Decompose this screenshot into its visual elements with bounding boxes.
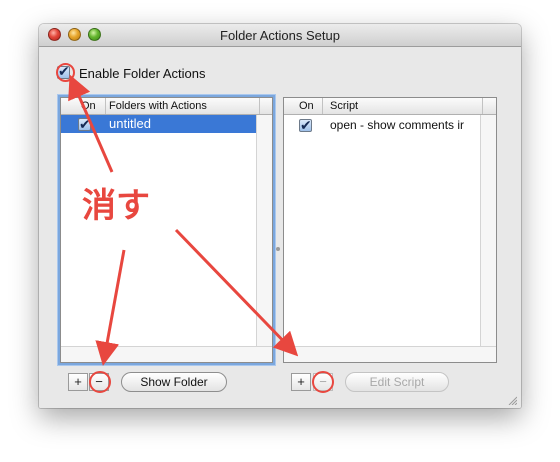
annotation-arrow-to-remove-script (174, 228, 299, 357)
annotation-arrow-to-enable (68, 74, 114, 173)
annotation-arrows (68, 74, 299, 366)
annotation-arrow-to-remove-folder (95, 249, 126, 366)
